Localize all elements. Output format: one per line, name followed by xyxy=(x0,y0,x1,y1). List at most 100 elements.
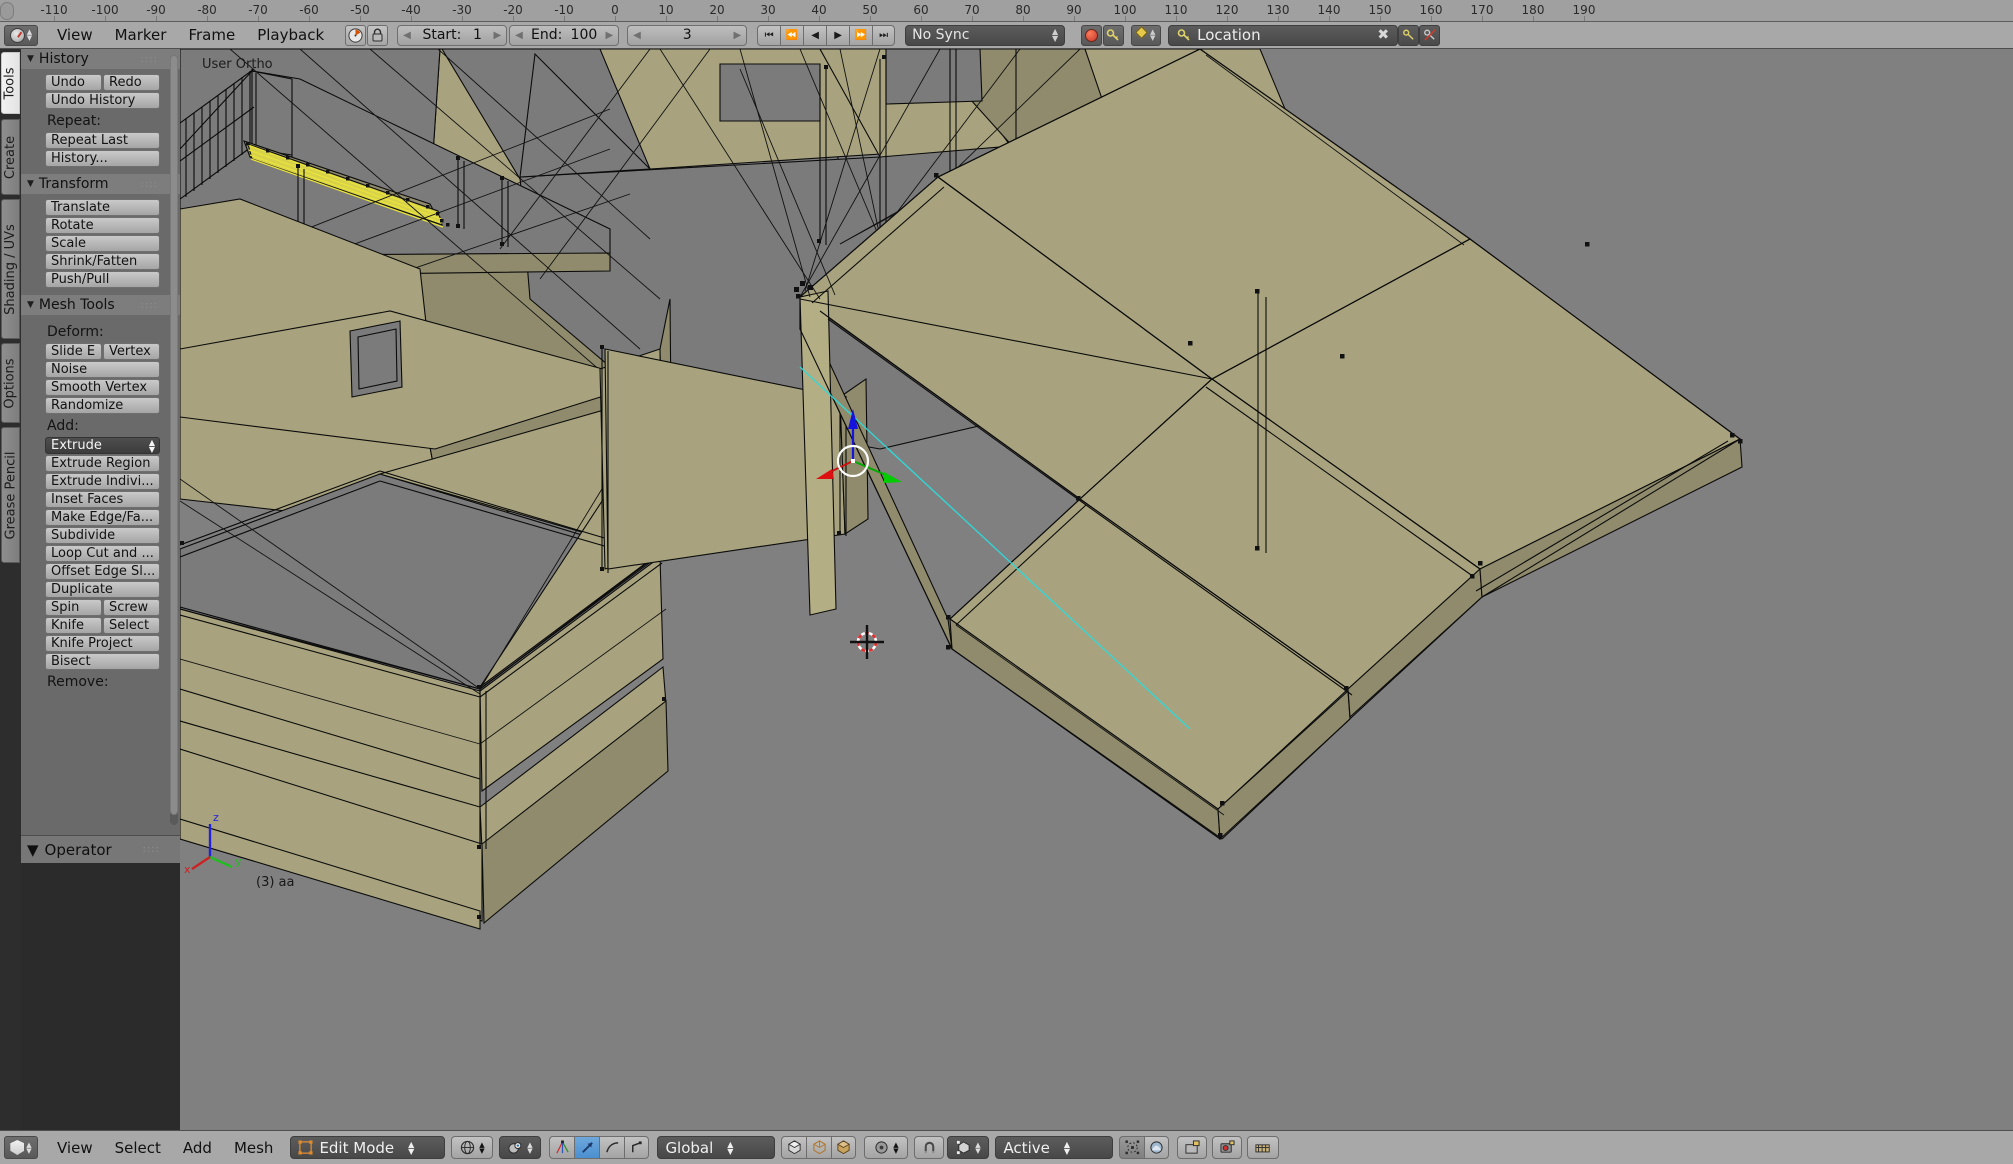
3d-viewport[interactable]: .f { fill:#a8a37e; stroke:#0b0b0b; strok… xyxy=(180,49,2013,1130)
tool-button-spin[interactable]: Spin xyxy=(45,599,102,616)
tool-button-inset-faces[interactable]: Inset Faces xyxy=(45,491,160,508)
tool-button-offset-edge-sl[interactable]: Offset Edge Sl... xyxy=(45,563,160,580)
snap-element-dropdown[interactable]: ▲ ▼ xyxy=(947,1136,990,1159)
tool-button-extrude-region[interactable]: Extrude Region xyxy=(45,455,160,472)
snap-toggle-button[interactable] xyxy=(914,1136,945,1159)
play-reverse-icon[interactable]: ◀ xyxy=(803,24,827,46)
solid-icon[interactable] xyxy=(831,1136,857,1159)
menu-playback[interactable]: Playback xyxy=(246,24,335,46)
tool-button-push-pull[interactable]: Push/Pull xyxy=(45,271,160,288)
limit-selection-icon[interactable] xyxy=(624,1136,650,1159)
edge-select-icon[interactable] xyxy=(574,1136,600,1159)
tool-button-make-edge-fa[interactable]: Make Edge/Fa... xyxy=(45,509,160,526)
menu-select[interactable]: Select xyxy=(104,1137,172,1159)
face-select-icon[interactable] xyxy=(599,1136,625,1159)
render-preview-dropdown[interactable]: ▲ ▼ xyxy=(499,1136,542,1159)
menu-frame[interactable]: Frame xyxy=(177,24,246,46)
tool-button-slide-e[interactable]: Slide E xyxy=(45,343,102,360)
wireframe-icon[interactable] xyxy=(806,1136,832,1159)
sidebar-tab-options[interactable]: Options xyxy=(1,343,20,423)
start-frame-field[interactable]: ◀ Start: 1 ▶ xyxy=(397,24,508,46)
tool-button-knife[interactable]: Knife xyxy=(45,617,102,634)
panel-section-header[interactable]: ▼ Mesh Tools:::: xyxy=(21,295,180,315)
jump-to-start-icon[interactable]: ⏮ xyxy=(757,24,781,46)
menu-mesh[interactable]: Mesh xyxy=(223,1137,285,1159)
lock-frame-button[interactable] xyxy=(367,24,389,46)
editor-type-selector-3dview[interactable]: ▲ ▼ xyxy=(4,1136,38,1159)
tool-button-translate[interactable]: Translate xyxy=(45,199,160,216)
editor-type-selector-timeline[interactable]: ▲ ▼ xyxy=(4,24,38,46)
x-close-icon[interactable]: ✖ xyxy=(1377,27,1389,43)
add-camera-button[interactable] xyxy=(1212,1136,1243,1159)
chevron-updown-icon: ▲ ▼ xyxy=(26,1140,32,1155)
tool-button-subdivide[interactable]: Subdivide xyxy=(45,527,160,544)
tool-button-history[interactable]: History... xyxy=(45,150,160,167)
bounding-box-icon[interactable] xyxy=(781,1136,807,1159)
tool-button-screw[interactable]: Screw xyxy=(103,599,160,616)
record-button[interactable] xyxy=(1081,24,1103,46)
menu-view[interactable]: View xyxy=(46,24,104,46)
previous-keyframe-icon[interactable]: ⏪ xyxy=(780,24,804,46)
pivot-point-dropdown[interactable]: ▲ ▼ xyxy=(864,1136,909,1159)
sidebar-tab-tools[interactable]: Tools xyxy=(1,52,20,114)
tool-button-knife-project[interactable]: Knife Project xyxy=(45,635,160,652)
menu-marker[interactable]: Marker xyxy=(104,24,178,46)
tool-button-select[interactable]: Select xyxy=(103,617,160,634)
tool-button-loop-cut-and[interactable]: Loop Cut and ... xyxy=(45,545,160,562)
tool-button-undo[interactable]: Undo xyxy=(45,74,102,91)
transform-orientation-dropdown[interactable]: Global ▲ ▼ xyxy=(657,1136,776,1159)
panel-section-body: Deform: Slide E Vertex Noise Smooth Vertex Ra… xyxy=(21,315,180,699)
auto-key-button[interactable] xyxy=(1103,24,1125,46)
next-keyframe-icon[interactable]: ⏩ xyxy=(849,24,873,46)
menu-view[interactable]: View xyxy=(46,1137,104,1159)
sidebar-tab-create[interactable]: Create xyxy=(1,119,20,195)
tool-button-redo[interactable]: Redo xyxy=(103,74,160,91)
chevron-updown-icon: ▲ ▼ xyxy=(1149,28,1156,42)
sidebar-tab-grease-pencil[interactable]: Grease Pencil xyxy=(1,427,20,563)
end-frame-field[interactable]: ◀ End: 100 ▶ xyxy=(509,24,620,46)
sync-mode-dropdown[interactable]: No Sync ▲ ▼ xyxy=(905,24,1066,46)
tool-button-scale[interactable]: Scale xyxy=(45,235,160,252)
current-frame-field[interactable]: ◀ 3 ▶ xyxy=(627,24,748,46)
tool-dropdown-extrude[interactable]: Extrude ▲ ▼ xyxy=(45,437,160,454)
tool-button-smooth-vertex[interactable]: Smooth Vertex xyxy=(45,379,160,396)
tool-button-repeat-last[interactable]: Repeat Last xyxy=(45,132,160,149)
blender-window: -110 -100 -90 -80 -70 -60 -50 -40 -30 -20 -10 0 10 20… xyxy=(0,0,2013,1164)
panel-section-header[interactable]: ▼ Transform:::: xyxy=(21,174,180,194)
tool-button-extrude-indivi[interactable]: Extrude Indivi... xyxy=(45,473,160,490)
proportional-edit-icon[interactable] xyxy=(1119,1136,1145,1159)
viewport-shading-dropdown[interactable]: ▲ ▼ xyxy=(451,1136,494,1159)
delete-keyframe-button[interactable] xyxy=(1419,24,1441,46)
operator-panel-header[interactable]: ▼ Operator :::: xyxy=(21,835,180,863)
tool-panel-scrollbar[interactable] xyxy=(170,55,178,825)
pivot-median-icon xyxy=(875,1141,888,1154)
magnet-icon xyxy=(924,1141,935,1154)
interaction-mode-dropdown[interactable]: Edit Mode ▲ ▼ xyxy=(290,1136,446,1159)
play-icon[interactable]: ▶ xyxy=(826,24,850,46)
scrollbar-thumb[interactable] xyxy=(170,55,178,815)
tool-button-randomize[interactable]: Randomize xyxy=(45,397,160,414)
timeline-frame-ruler[interactable]: -110 -100 -90 -80 -70 -60 -50 -40 -30 -20 -10 0 10 20… xyxy=(0,0,2013,22)
insert-keyframe-button[interactable] xyxy=(1398,24,1420,46)
menu-add[interactable]: Add xyxy=(172,1137,223,1159)
auto-keying-button[interactable] xyxy=(345,24,367,46)
keying-type-button[interactable]: ▲ ▼ xyxy=(1131,24,1162,46)
keying-set-field[interactable]: Location ✖ xyxy=(1168,24,1399,46)
tool-button-shrink-fatten[interactable]: Shrink/Fatten xyxy=(45,253,160,270)
viewport-mesh-render: .f { fill:#a8a37e; stroke:#0b0b0b; strok… xyxy=(180,49,1743,930)
tool-button-duplicate[interactable]: Duplicate xyxy=(45,581,160,598)
sidebar-tab-shading-uvs[interactable]: Shading / UVs xyxy=(1,199,20,339)
tool-button-bisect[interactable]: Bisect xyxy=(45,653,160,670)
render-view-button[interactable] xyxy=(1247,1136,1280,1159)
snap-target-dropdown[interactable]: Active ▲ ▼ xyxy=(995,1136,1114,1159)
tool-button-undo-history[interactable]: Undo History xyxy=(45,92,160,109)
panel-section-header[interactable]: ▼ History:::: xyxy=(21,49,180,69)
render-current-button[interactable] xyxy=(1177,1136,1208,1159)
tool-button-rotate[interactable]: Rotate xyxy=(45,217,160,234)
tool-button-vertex[interactable]: Vertex xyxy=(103,343,160,360)
vertex-select-icon[interactable] xyxy=(549,1136,575,1159)
tool-button-noise[interactable]: Noise xyxy=(45,361,160,378)
jump-to-end-icon[interactable]: ⏭ xyxy=(872,24,896,46)
smooth-falloff-icon[interactable] xyxy=(1144,1136,1170,1159)
ruler-tick-mark xyxy=(972,16,973,21)
